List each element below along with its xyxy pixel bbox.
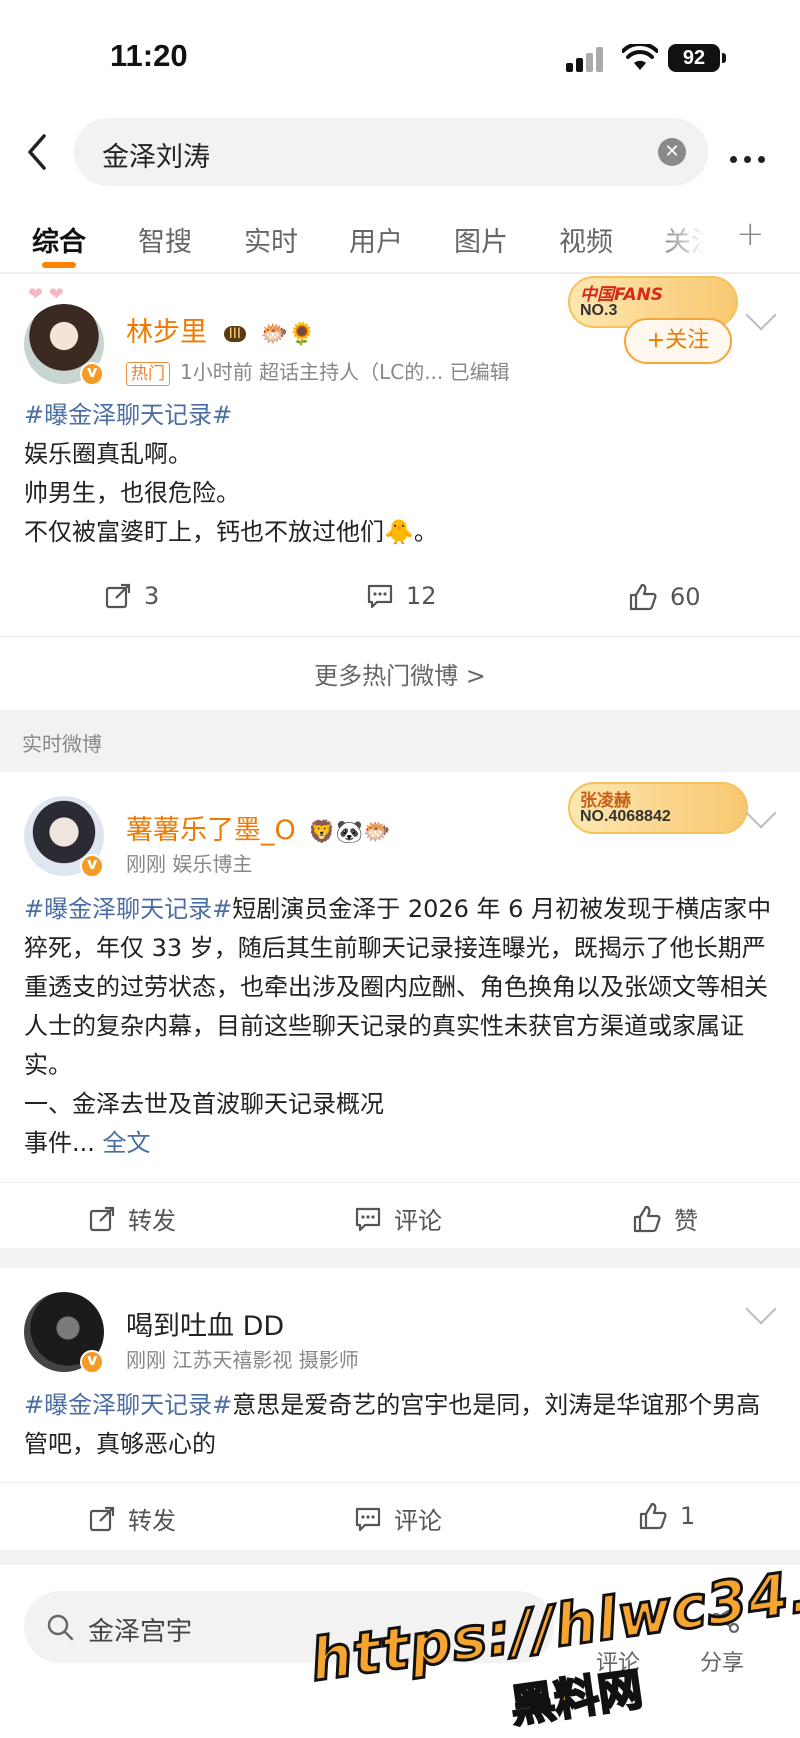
search-input[interactable]: 金泽刘涛 ✕ [74, 118, 708, 186]
search-query[interactable]: 金泽刘涛 [102, 135, 210, 174]
full-text-link[interactable]: 全文 [103, 1129, 151, 1157]
search-icon [47, 1614, 74, 1641]
like-count: 60 [670, 583, 701, 611]
section-header: 实时微博 [0, 710, 800, 772]
tab-comprehensive[interactable]: 综合 [32, 220, 86, 259]
username[interactable]: 林步里 III 🐡🌻 [126, 310, 315, 349]
thumbs-up-icon [633, 1205, 661, 1232]
repost-icon [89, 1506, 115, 1531]
post-line: 帅男生，也很危险。 [24, 479, 240, 507]
post-line: 娱乐圈真乱啊。 [24, 440, 192, 468]
chevron-down-icon[interactable] [745, 299, 777, 331]
back-icon[interactable] [18, 130, 62, 174]
thumbs-up-icon [629, 583, 657, 611]
battery-indicator: 92 [668, 44, 726, 72]
chevron-down-icon[interactable] [745, 1293, 777, 1325]
comment-icon [355, 1207, 381, 1231]
status-time: 11:20 [110, 38, 188, 73]
tab-videos[interactable]: 视频 [559, 220, 613, 259]
fan-badge-number: NO.4068842 [580, 808, 671, 825]
comment-button[interactable]: 评论 [354, 1201, 442, 1236]
emoji-badge-icon: 🦁🐼🐡 [308, 820, 391, 845]
post-line: 一、金泽去世及首波聊天记录概况 [24, 1090, 384, 1118]
section-label: 实时微博 [22, 732, 102, 756]
emoji-icon: 🐥 [384, 518, 414, 546]
bunny-ears-decoration: ❤ ❤ [28, 284, 64, 305]
comment-label: 评论 [394, 1207, 442, 1235]
thumbs-up-icon [639, 1502, 667, 1530]
repost-button[interactable]: 转发 [88, 1501, 176, 1536]
comment-label: 评论 [394, 1507, 442, 1535]
repost-count: 3 [144, 582, 160, 610]
verified-badge-icon [80, 362, 104, 386]
tab-realtime[interactable]: 实时 [244, 220, 298, 259]
post-text: #曝金泽聊天记录# 娱乐圈真乱啊。 帅男生，也很危险。 不仅被富婆盯上，钙也不放… [24, 396, 776, 552]
action-bar: 转发 评论 赞 [0, 1182, 800, 1246]
post-meta: 刚刚 江苏天禧影视 摄影师 [126, 1348, 359, 1372]
like-button[interactable]: 60 [628, 582, 701, 612]
action-bar: 转发 评论 1 [0, 1482, 800, 1546]
fan-badge-number: NO.3 [580, 302, 618, 319]
repost-button[interactable]: 转发 [88, 1201, 176, 1236]
clear-icon[interactable]: ✕ [658, 138, 686, 166]
post-line: 事件... [24, 1129, 95, 1157]
like-button[interactable]: 赞 [632, 1201, 698, 1236]
comment-icon [355, 1507, 381, 1531]
tab-users[interactable]: 用户 [349, 220, 403, 259]
search-tabs: 综合 智搜 实时 用户 图片 视频 关注 + [0, 210, 800, 272]
post-separator [0, 1550, 800, 1565]
username[interactable]: 薯薯乐了墨_O 🦁🐼🐡 [126, 808, 391, 847]
bottom-share-button[interactable]: 分享 [700, 1645, 744, 1677]
signal-icon [566, 46, 608, 72]
hashtag-link[interactable]: #曝金泽聊天记录# [24, 895, 232, 923]
repost-icon [105, 583, 131, 609]
wifi-icon [622, 44, 658, 70]
active-tab-indicator [42, 262, 76, 268]
divider [0, 636, 800, 637]
post-line: 不仅被富婆盯上，钙也不放过他们 [24, 518, 384, 546]
comment-button[interactable]: 评论 [354, 1501, 442, 1536]
follow-button[interactable]: +关注 [624, 318, 732, 364]
hashtag-link[interactable]: #曝金泽聊天记录# [24, 396, 776, 435]
post-card[interactable]: 薯薯乐了墨_O 🦁🐼🐡 刚刚 娱乐博主 张凌赫 NO.4068842 #曝金泽聊… [0, 772, 800, 1248]
comment-icon [367, 584, 393, 609]
more-hot-posts-link[interactable]: 更多热门微博 > [0, 656, 800, 691]
username[interactable]: 喝到吐血 DD [126, 1304, 284, 1343]
status-bar: 11:20 92 [0, 0, 800, 110]
hashtag-link[interactable]: #曝金泽聊天记录# [24, 1391, 232, 1419]
verified-badge-icon [80, 1350, 104, 1374]
post-text: #曝金泽聊天记录#意思是爱奇艺的宫宇也是同，刘涛是华谊那个男高管吧，真够恶心的 [24, 1386, 776, 1464]
fan-badge: 张凌赫 NO.4068842 [568, 782, 748, 834]
verified-badge-icon [80, 854, 104, 878]
repost-icon [89, 1206, 115, 1231]
bottom-search-text[interactable]: 金泽宫宇 [88, 1611, 192, 1648]
username-text: 林步里 [126, 317, 207, 348]
post-meta: 刚刚 娱乐博主 [126, 852, 253, 876]
repost-label: 转发 [128, 1507, 176, 1535]
member-level-badge: III [223, 325, 246, 342]
comment-button[interactable]: 12 [366, 582, 437, 610]
post-text: #曝金泽聊天记录#短剧演员金泽于 2026 年 6 月初被发现于横店家中猝死，年… [24, 890, 776, 1163]
post-meta: 热门 1小时前 超话主持人（LC的... 已编辑 [126, 356, 510, 386]
like-label: 赞 [674, 1207, 698, 1235]
tab-images[interactable]: 图片 [454, 220, 508, 259]
repost-label: 转发 [128, 1207, 176, 1235]
emoji-badge-icon: 🐡🌻 [260, 322, 316, 347]
like-button[interactable]: 1 [638, 1501, 695, 1531]
post-line-suffix: 。 [413, 518, 438, 546]
post-card[interactable]: 喝到吐血 DD 刚刚 江苏天禧影视 摄影师 #曝金泽聊天记录#意思是爱奇艺的宫宇… [0, 1268, 800, 1550]
post-meta-text: 1小时前 超话主持人（LC的... 已编辑 [180, 360, 510, 384]
chevron-down-icon[interactable] [745, 797, 777, 829]
hot-tag: 热门 [126, 362, 170, 386]
post-separator [0, 1248, 800, 1268]
repost-button[interactable]: 3 [104, 582, 159, 610]
username-text: 薯薯乐了墨_O [126, 815, 296, 846]
tab-smart-search[interactable]: 智搜 [138, 220, 192, 259]
tabs-fade [650, 210, 730, 272]
comment-count: 12 [406, 582, 437, 610]
like-count: 1 [680, 1502, 696, 1530]
action-bar: 3 12 60 [0, 564, 800, 628]
add-tab-icon[interactable]: + [736, 214, 765, 254]
more-options-icon[interactable] [730, 148, 772, 167]
